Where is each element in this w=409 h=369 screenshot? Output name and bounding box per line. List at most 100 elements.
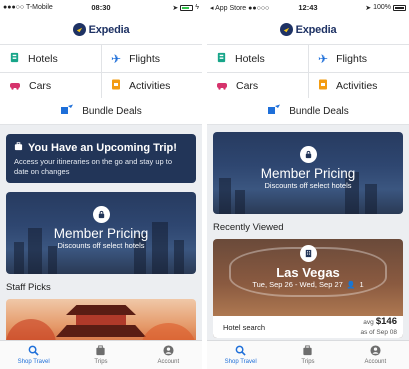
hotel-icon [9,52,20,66]
tab-trips-label: Trips [94,359,108,365]
bundle-deals-button[interactable]: Bundle Deals [0,98,202,125]
status-icons: ➤ ϟ [134,4,199,12]
tab-account[interactable]: Account [342,341,409,369]
tab-bar: Shop Travel Trips Account [0,340,202,369]
battery-icon [180,4,194,11]
staff-pick-card[interactable] [6,299,196,341]
lock-tag-icon [299,146,317,163]
location-arrow-icon: ➤ [172,4,179,12]
hotels-button[interactable]: Hotels [0,45,101,72]
plane-icon: ✈ [318,51,329,66]
avg-price: $146 [375,316,397,327]
tab-shop-travel-label: Shop Travel [17,359,50,365]
brand-name: Expedia [295,23,337,36]
brand-header: Expedia [207,15,409,44]
bundle-icon [267,104,281,118]
flights-button[interactable]: ✈ Flights [308,45,409,72]
expedia-globe-icon [279,23,293,36]
flights-label: Flights [129,52,160,65]
ticket-icon [318,79,328,93]
hotels-label: Hotels [28,52,58,65]
recent-guests: 1 [359,280,364,289]
tab-shop-travel[interactable]: Shop Travel [207,341,274,369]
account-icon [370,345,381,358]
phone-screen-right: ◂ App Store ●●○○○ 12:43 ➤ 100% Expedia H… [207,0,409,369]
member-pricing-subtitle: Discounts off select hotels [57,241,145,250]
phone-screen-left: ●●●○○ T-Mobile 08:30 ➤ ϟ Expedia Hotels [0,0,202,369]
clock: 08:30 [91,3,111,12]
hotel-building-icon [299,245,317,262]
search-icon [28,345,39,358]
clock: 12:43 [298,3,318,12]
recently-viewed-heading: Recently Viewed [213,222,284,233]
member-pricing-subtitle: Discounts off select hotels [264,181,352,190]
bundle-deals-button[interactable]: Bundle Deals [207,98,409,125]
upcoming-trip-card[interactable]: You Have an Upcoming Trip! Access your i… [6,134,196,183]
tab-shop-travel[interactable]: Shop Travel [0,341,67,369]
lock-tag-icon [92,206,110,223]
price-block: avg $146 as of Sep 08 [361,317,398,337]
tab-account-label: Account [157,359,180,365]
avg-label: avg [363,319,374,326]
suitcase-icon [14,142,23,154]
tab-trips[interactable]: Trips [274,341,341,369]
hotel-search-row[interactable]: Hotel search avg $146 as of Sep 08 [213,316,403,338]
person-icon: 👤 [346,281,356,289]
tab-bar: Shop Travel Trips Account [207,340,409,369]
tab-account-label: Account [364,359,387,365]
car-icon [216,80,228,93]
home-feed: You Have an Upcoming Trip! Access your i… [0,124,202,341]
recent-dates: Tue, Sep 26 - Wed, Sep 27 [252,280,343,289]
flights-label: Flights [336,52,367,65]
status-bar: ◂ App Store ●●○○○ 12:43 ➤ 100% [207,0,409,15]
product-grid: Hotels ✈ Flights Cars Activities [207,44,409,100]
member-pricing-card[interactable]: Member Pricing Discounts off select hote… [213,132,403,214]
status-bar: ●●●○○ T-Mobile 08:30 ➤ ϟ [0,0,202,15]
suitcase-icon [302,345,313,358]
trip-subtitle: Access your itineraries on the go and st… [14,157,173,176]
staff-picks-heading: Staff Picks [6,282,51,293]
member-pricing-card[interactable]: Member Pricing Discounts off select hote… [6,192,196,274]
recent-city: Las Vegas [276,265,340,280]
cars-button[interactable]: Cars [0,72,101,99]
tab-trips[interactable]: Trips [67,341,134,369]
activities-button[interactable]: Activities [308,72,409,99]
hotels-label: Hotels [235,52,265,65]
battery-icon [392,4,406,11]
search-icon [235,345,246,358]
home-feed: Member Pricing Discounts off select hote… [207,124,409,341]
brand-name: Expedia [88,23,130,36]
tab-trips-label: Trips [301,359,315,365]
screenshot-pair: ●●●○○ T-Mobile 08:30 ➤ ϟ Expedia Hotels [0,0,409,369]
bundle-label: Bundle Deals [289,105,349,117]
activities-label: Activities [129,80,171,92]
plane-icon: ✈ [111,51,122,66]
suitcase-icon [95,345,106,358]
carrier-label: ◂ App Store ●●○○○ [210,4,270,12]
product-grid: Hotels ✈ Flights Cars Activities [0,44,202,100]
account-icon [163,345,174,358]
tab-shop-travel-label: Shop Travel [224,359,257,365]
tab-account[interactable]: Account [135,341,202,369]
status-icons: ➤ 100% [341,4,406,12]
hotels-button[interactable]: Hotels [207,45,308,72]
cars-button[interactable]: Cars [207,72,308,99]
flights-button[interactable]: ✈ Flights [101,45,202,72]
cars-label: Cars [236,80,259,92]
price-as-of: as of Sep 08 [360,329,398,336]
member-pricing-title: Member Pricing [53,226,149,241]
trip-title: You Have an Upcoming Trip! [28,142,177,154]
hotel-search-label: Hotel search [223,322,266,332]
activities-button[interactable]: Activities [101,72,202,99]
bundle-label: Bundle Deals [82,105,142,117]
carrier-label: ●●●○○ T-Mobile [3,4,53,11]
charging-icon: ϟ [195,4,199,11]
location-arrow-icon: ➤ [365,4,372,12]
cars-label: Cars [29,80,52,92]
brand-header: Expedia [0,15,202,44]
recent-search-card[interactable]: Las Vegas Tue, Sep 26 - Wed, Sep 27 👤 1 … [213,239,403,338]
bundle-icon [60,104,74,118]
activities-label: Activities [336,80,378,92]
battery-percent: 100% [373,4,391,11]
car-icon [9,80,21,93]
